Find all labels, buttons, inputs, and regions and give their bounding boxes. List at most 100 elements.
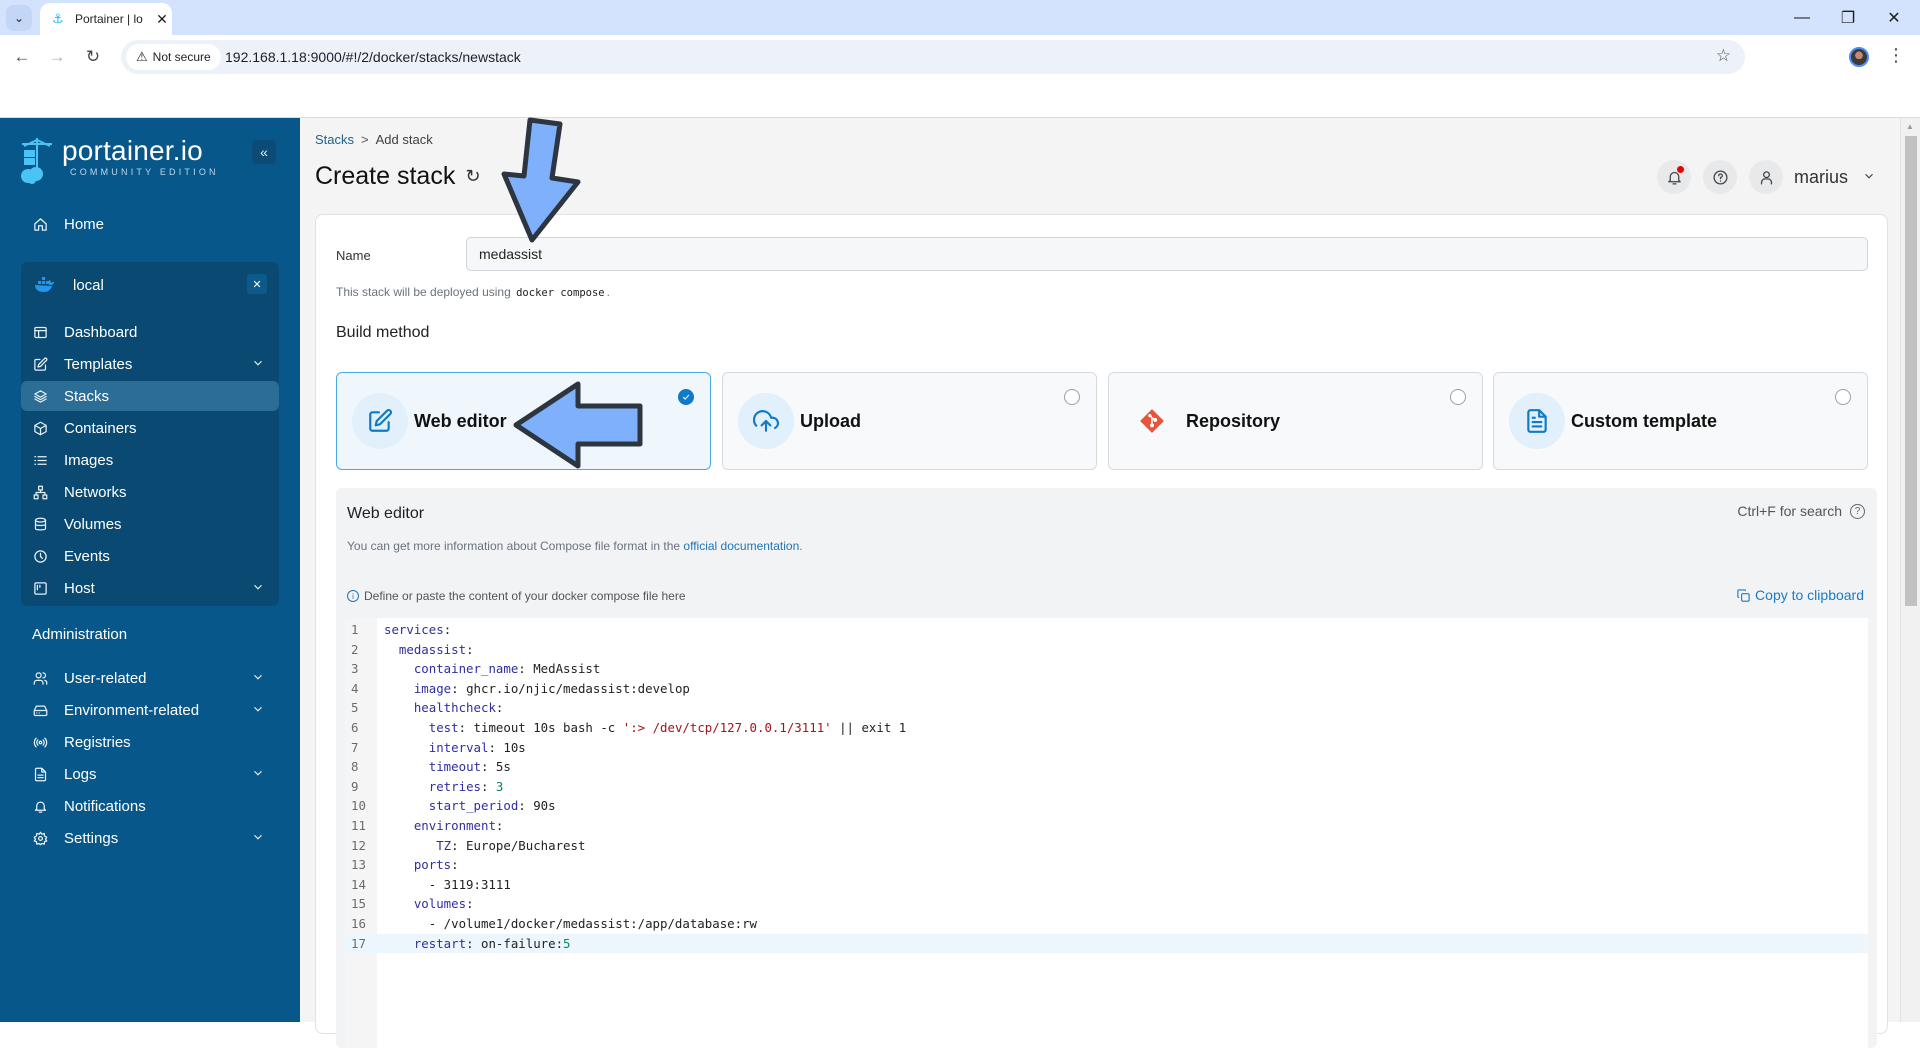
line-number: 4: [351, 680, 359, 696]
user-menu-button[interactable]: [1749, 160, 1783, 194]
build-method-custom-template[interactable]: Custom template: [1493, 372, 1868, 470]
page-title: Create stack ↻: [315, 162, 480, 191]
scroll-up-arrow-icon[interactable]: ▲: [1906, 122, 1914, 131]
code-line[interactable]: 5 healthcheck:: [345, 698, 1868, 718]
portainer-logo[interactable]: portainer.io COMMUNITY EDITION: [18, 136, 219, 184]
sidebar-item-label: Volumes: [64, 515, 122, 533]
build-method-label: Custom template: [1571, 410, 1718, 431]
collapse-sidebar-button[interactable]: «: [252, 140, 276, 164]
tab-title: Portainer | lo: [75, 12, 143, 26]
portainer-crane-icon: [18, 136, 56, 184]
docker-whale-icon: [33, 277, 55, 293]
back-icon[interactable]: ←: [9, 44, 35, 70]
code-line[interactable]: 16 - /volume1/docker/medassist:/app/data…: [345, 914, 1868, 934]
copy-to-clipboard-button[interactable]: Copy to clipboard: [1736, 587, 1864, 603]
events-icon: [31, 547, 49, 565]
minimize-icon[interactable]: —: [1779, 0, 1825, 35]
chevron-down-icon[interactable]: [251, 766, 265, 784]
profile-avatar[interactable]: [1849, 47, 1869, 67]
chevron-down-icon[interactable]: [251, 830, 265, 848]
code-line[interactable]: 13 ports:: [345, 855, 1868, 875]
chevron-down-icon[interactable]: [1862, 169, 1876, 188]
forward-icon[interactable]: →: [44, 44, 70, 70]
sidebar-item-label: Environment-related: [64, 701, 200, 719]
portainer-favicon-icon: ⚓: [52, 11, 64, 26]
breadcrumb-current: Add stack: [375, 132, 433, 147]
code-line[interactable]: 15 volumes:: [345, 894, 1868, 914]
browser-tab[interactable]: ⚓ Portainer | lo ✕: [40, 3, 172, 35]
copy-label: Copy to clipboard: [1755, 587, 1864, 603]
sidebar-item-stacks[interactable]: Stacks: [21, 381, 279, 411]
restore-icon[interactable]: ❐: [1825, 0, 1871, 35]
sidebar-item-logs[interactable]: Logs: [21, 759, 279, 789]
search-hint-text: Ctrl+F for search: [1737, 503, 1842, 519]
radio-button[interactable]: [1835, 389, 1851, 405]
security-chip[interactable]: ⚠ Not secure: [126, 44, 221, 70]
chevron-down-icon[interactable]: [251, 702, 265, 720]
stack-name-input[interactable]: [466, 237, 1868, 271]
line-number: 13: [351, 857, 366, 873]
code-editor[interactable]: 1 services: 2 medassist: 3 container_name: …: [345, 618, 1868, 1048]
scrollbar-thumb[interactable]: [1905, 136, 1917, 606]
sidebar-item-events[interactable]: Events: [21, 541, 279, 571]
close-tab-icon[interactable]: ✕: [152, 11, 172, 28]
reload-icon[interactable]: ↻: [80, 44, 106, 70]
chevron-down-icon[interactable]: [251, 580, 265, 598]
radio-button[interactable]: [1450, 389, 1466, 405]
portainer-app: portainer.io COMMUNITY EDITION « Home lo…: [0, 117, 1920, 1048]
code-line[interactable]: 4 image: ghcr.io/njic/medassist:develop: [345, 679, 1868, 699]
code-line[interactable]: 8 timeout: 5s: [345, 757, 1868, 777]
username[interactable]: marius: [1794, 167, 1848, 188]
url-text[interactable]: 192.168.1.18:9000/#!/2/docker/stacks/new…: [225, 49, 521, 65]
code-line[interactable]: 9 retries: 3: [345, 777, 1868, 797]
selected-check-icon[interactable]: [678, 389, 694, 405]
sidebar-item-templates[interactable]: Templates: [21, 349, 279, 379]
build-method-upload[interactable]: Upload: [722, 372, 1097, 470]
tab-list-button[interactable]: ⌄: [6, 5, 32, 31]
help-button[interactable]: [1703, 160, 1737, 194]
page-scrollbar[interactable]: ▲: [1900, 118, 1920, 1022]
code-line[interactable]: 12 TZ: Europe/Bucharest: [345, 836, 1868, 856]
bookmark-star-icon[interactable]: ☆: [1716, 46, 1731, 66]
build-method-repository[interactable]: Repository: [1108, 372, 1483, 470]
code-line[interactable]: 1 services:: [345, 620, 1868, 640]
sidebar-item-environment-related[interactable]: Environment-related: [21, 695, 279, 725]
refresh-icon[interactable]: ↻: [465, 166, 480, 187]
sidebar-item-registries[interactable]: Registries: [21, 727, 279, 757]
code-line[interactable]: 6 test: timeout 10s bash -c ':> /dev/tcp…: [345, 718, 1868, 738]
sidebar-item-images[interactable]: Images: [21, 445, 279, 475]
notifications-button[interactable]: [1657, 160, 1691, 194]
address-bar[interactable]: ⚠ Not secure 192.168.1.18:9000/#!/2/dock…: [121, 40, 1745, 74]
code-line[interactable]: 10 start_period: 90s: [345, 796, 1868, 816]
close-environment-icon[interactable]: ✕: [247, 274, 267, 294]
close-window-icon[interactable]: ✕: [1871, 0, 1917, 35]
build-method-title: Build method: [336, 324, 430, 341]
sidebar-item-user-related[interactable]: User-related: [21, 663, 279, 693]
sidebar-item-dashboard[interactable]: Dashboard: [21, 317, 279, 347]
code-line[interactable]: 11 environment:: [345, 816, 1868, 836]
browser-menu-icon[interactable]: ⋮: [1887, 45, 1905, 66]
stacks-icon: [31, 387, 49, 405]
chevron-down-icon[interactable]: [251, 356, 265, 374]
sidebar-item-networks[interactable]: Networks: [21, 477, 279, 507]
sidebar-item-home[interactable]: Home: [21, 209, 279, 239]
sidebar-item-containers[interactable]: Containers: [21, 413, 279, 443]
user-icon: [1760, 170, 1772, 185]
code-line[interactable]: 7 interval: 10s: [345, 738, 1868, 758]
sidebar-item-host[interactable]: Host: [21, 573, 279, 603]
help-icon[interactable]: ?: [1850, 503, 1865, 519]
code-line[interactable]: 3 container_name: MedAssist: [345, 659, 1868, 679]
chevron-down-icon[interactable]: [251, 670, 265, 688]
official-documentation-link[interactable]: official documentation: [683, 539, 799, 553]
build-method-web-editor[interactable]: Web editor: [336, 372, 711, 470]
code-line[interactable]: 17 restart: on-failure:5: [345, 933, 1868, 954]
breadcrumb-stacks-link[interactable]: Stacks: [315, 132, 354, 147]
code-line[interactable]: 2 medassist:: [345, 640, 1868, 660]
sidebar-item-settings[interactable]: Settings: [21, 823, 279, 853]
brand-name: portainer.io: [62, 135, 203, 166]
line-number: 12: [351, 837, 366, 853]
sidebar-item-notifications[interactable]: Notifications: [21, 791, 279, 821]
radio-button[interactable]: [1064, 389, 1080, 405]
sidebar-item-volumes[interactable]: Volumes: [21, 509, 279, 539]
code-line[interactable]: 14 - 3119:3111: [345, 875, 1868, 895]
